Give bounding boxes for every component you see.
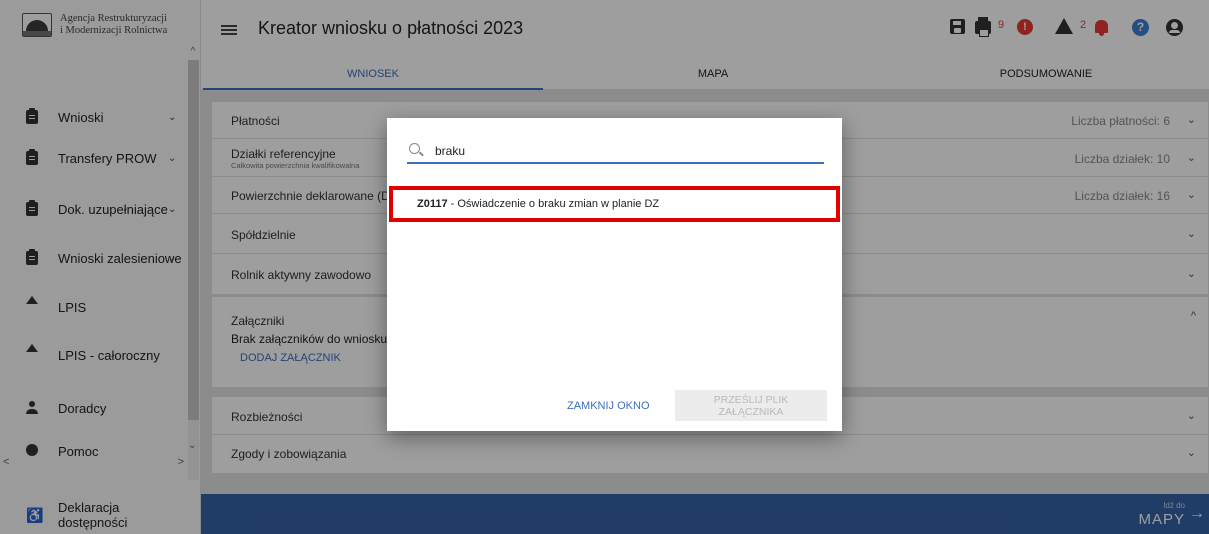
send-attachment-button[interactable]: PRZEŚLIJ PLIK ZAŁĄCZNIKA (675, 390, 827, 421)
search-icon (409, 143, 420, 154)
search-field (407, 140, 824, 164)
close-dialog-button[interactable]: ZAMKNIJ OKNO (567, 400, 650, 412)
attachment-dialog: Z0117 - Oświadczenie o braku zmian w pla… (387, 118, 842, 431)
search-input[interactable] (435, 141, 815, 161)
result-code: Z0117 (417, 198, 448, 210)
result-item[interactable]: Z0117 - Oświadczenie o braku zmian w pla… (389, 186, 840, 222)
result-text: - Oświadczenie o braku zmian w planie DZ (447, 198, 660, 210)
